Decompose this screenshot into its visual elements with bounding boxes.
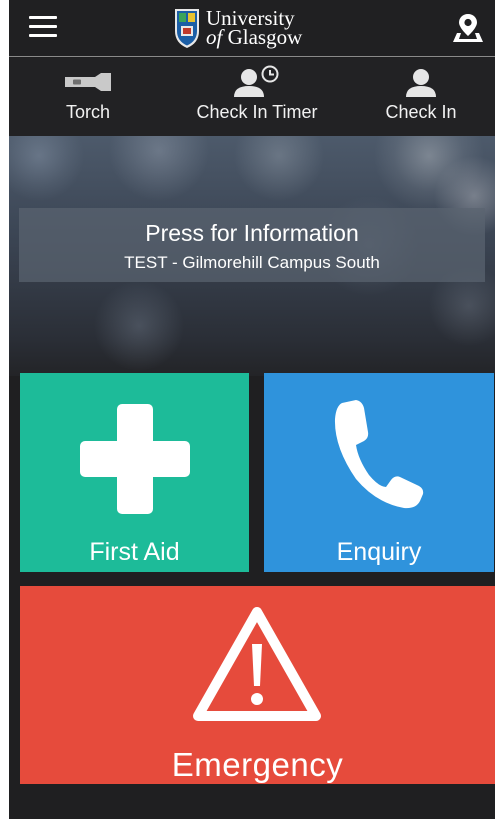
emergency-button[interactable]: Emergency [20, 586, 495, 784]
campus-location: TEST - Gilmorehill Campus South [124, 253, 380, 272]
check-in-timer-button[interactable]: Check In Timer [167, 58, 347, 136]
information-title: Press for Information [145, 220, 359, 246]
menu-icon-bar [29, 34, 57, 37]
first-aid-button[interactable]: First Aid [20, 373, 249, 572]
emergency-label: Emergency [171, 746, 344, 783]
user-icon [406, 69, 436, 97]
enquiry-label: Enquiry [336, 538, 422, 566]
app-screen: University of Glasgow Torch Check In Tim… [9, 0, 495, 819]
app-header: University of Glasgow [9, 0, 495, 57]
warning-icon [193, 607, 321, 721]
first-aid-label: First Aid [89, 538, 180, 566]
menu-button[interactable] [29, 16, 57, 40]
phone-icon [334, 400, 424, 509]
menu-icon-bar [29, 25, 57, 28]
user-clock-icon [234, 65, 279, 97]
quick-actions-bar: Torch Check In Timer Check In [9, 58, 495, 136]
menu-icon-bar [29, 16, 57, 19]
cross-icon [80, 404, 190, 514]
crest-icon [175, 9, 199, 48]
university-logo: University of Glasgow [174, 5, 302, 51]
torch-icon [65, 73, 111, 91]
map-pin-icon [453, 14, 483, 42]
check-in-timer-label: Check In Timer [196, 102, 318, 122]
torch-button[interactable]: Torch [9, 58, 167, 136]
information-button[interactable]: Press for Information TEST - Gilmorehill… [19, 208, 485, 282]
check-in-label: Check In [385, 102, 457, 122]
torch-label: Torch [65, 102, 110, 122]
logo-line-2-suffix: Glasgow [227, 25, 303, 49]
check-in-button[interactable]: Check In [347, 58, 495, 136]
enquiry-button[interactable]: Enquiry [264, 373, 494, 572]
location-map-button[interactable] [451, 11, 485, 45]
logo-line-2-prefix: of [206, 25, 223, 49]
logo-line-2: of Glasgow [206, 25, 303, 49]
